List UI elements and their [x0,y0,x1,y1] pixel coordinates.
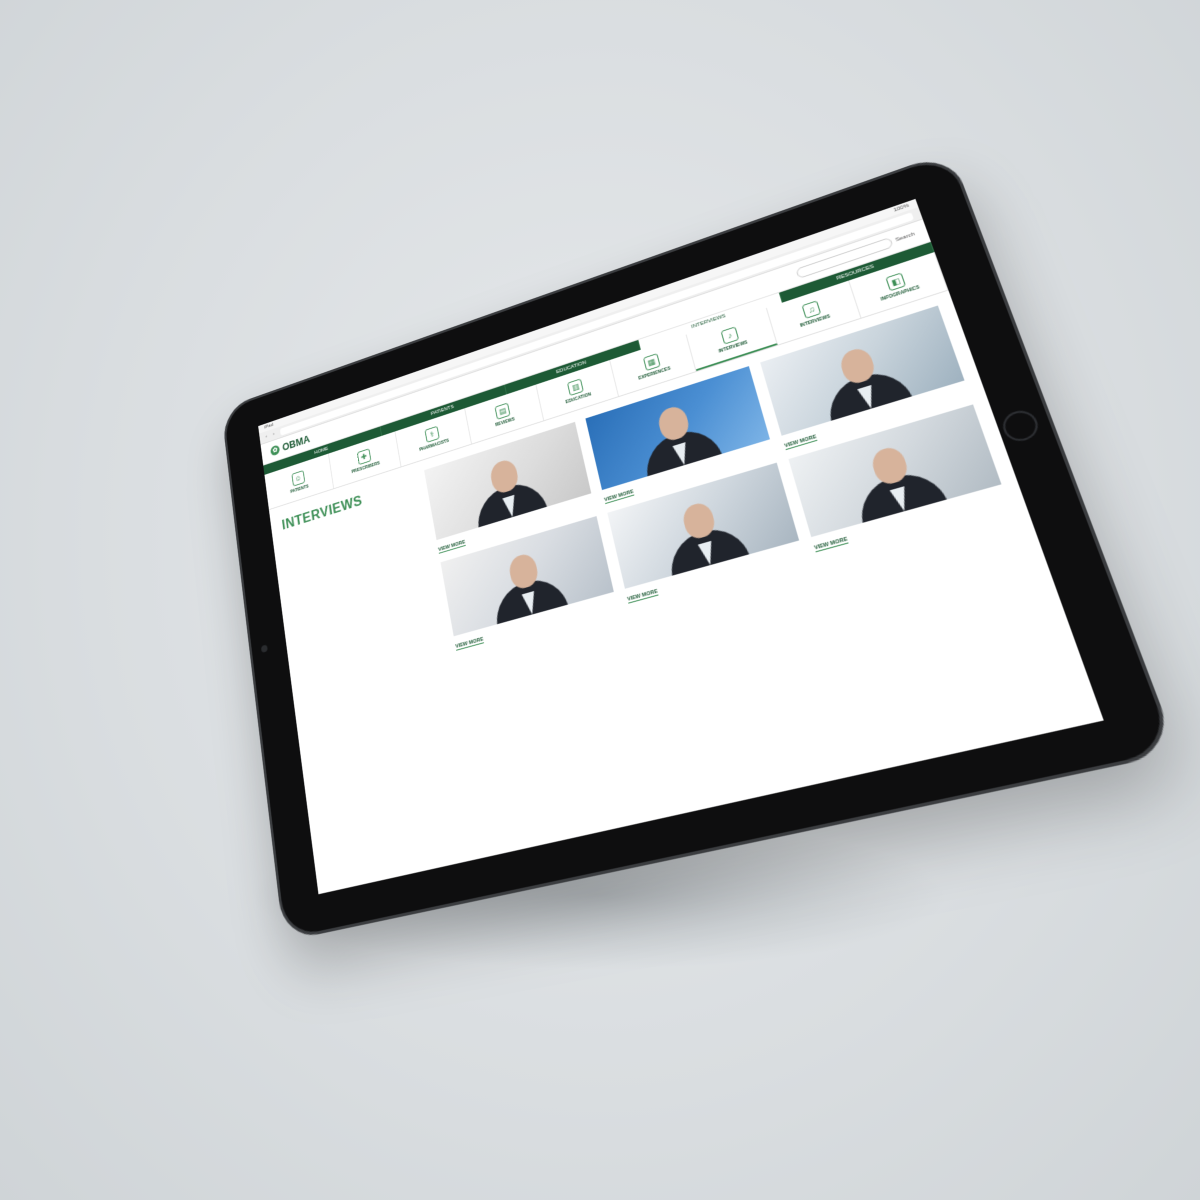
section-nav-label: Pharmacists [418,437,450,453]
view-more-link[interactable]: VIEW MORE [626,588,659,604]
section-nav-label: Prescribers [351,460,381,475]
chart-icon: ▦ [642,352,661,371]
front-camera [260,644,268,653]
book-icon: ▥ [567,377,585,396]
back-icon[interactable]: ‹ [265,434,267,439]
section-nav-label: Interviews [717,339,749,354]
search-button[interactable]: Search [895,232,916,243]
home-button[interactable] [998,406,1043,445]
infographic-icon: ◧ [885,271,907,291]
forward-icon[interactable]: › [273,432,275,437]
person-icon: ☺ [291,469,305,487]
document-icon: ▤ [494,402,511,420]
view-more-link[interactable]: VIEW MORE [813,536,849,553]
tablet-screen: iPad 100% ‹ › ✿ OBMA Search Home Patients… [258,198,1104,895]
doctor-icon: ✚ [356,447,372,465]
pharmacist-icon: ⚕ [424,425,440,443]
sidebar-intro: INTERVIEWS [281,474,445,693]
tablet-device: iPad 100% ‹ › ✿ OBMA Search Home Patients… [223,154,1174,939]
mic-icon: ♫ [801,299,822,319]
view-more-link[interactable]: VIEW MORE [437,539,466,554]
view-more-link[interactable]: VIEW MORE [455,636,485,651]
logo-icon: ✿ [270,444,281,457]
view-more-link[interactable]: VIEW MORE [783,434,818,451]
microphone-icon: ♪ [720,326,740,345]
view-more-link[interactable]: VIEW MORE [603,489,635,505]
